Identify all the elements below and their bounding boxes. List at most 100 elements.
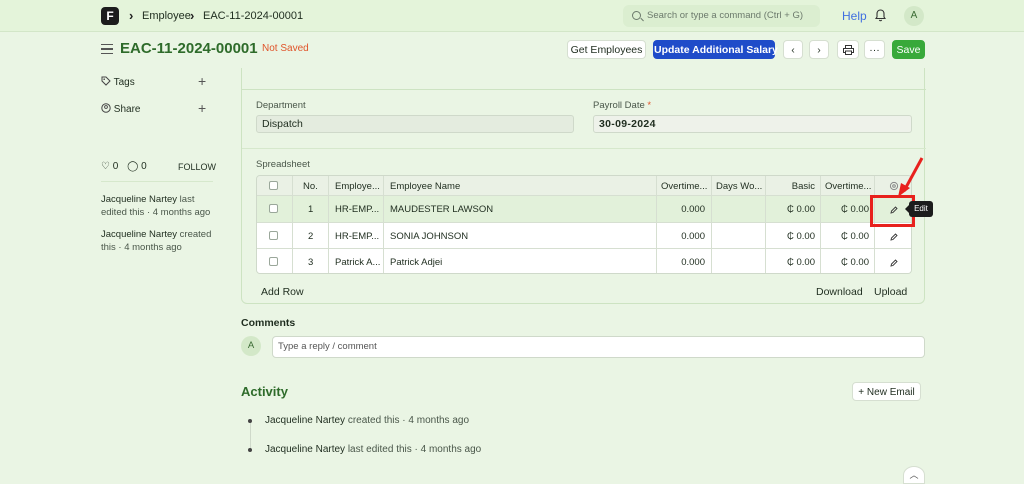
select-all-checkbox[interactable] <box>269 181 278 190</box>
created-user[interactable]: Jacqueline Nartey <box>101 229 177 240</box>
activity-user[interactable]: Jacqueline Nartey <box>265 444 345 455</box>
help-link[interactable]: Help <box>842 9 867 23</box>
section-divider <box>242 89 926 90</box>
table-row[interactable]: 3 Patrick A... Patrick Adjei 0.000 ₵ 0.0… <box>257 249 911 273</box>
follow-button[interactable]: FOLLOW <box>178 162 216 172</box>
payroll-date-field[interactable]: 30-09-2024 <box>593 115 912 133</box>
chevron-right-icon: › <box>817 44 821 56</box>
previous-record-button[interactable]: ‹ <box>783 40 803 59</box>
scroll-to-top-button[interactable]: ︿ <box>903 466 925 484</box>
add-row-button[interactable]: Add Row <box>261 286 304 298</box>
like-count-row[interactable]: ♡ 0 ◯ 0 <box>101 161 147 172</box>
row-select-cell <box>257 223 293 248</box>
add-tag-plus-icon[interactable]: + <box>198 74 206 88</box>
new-email-button[interactable]: + New Email <box>852 382 921 401</box>
table-row[interactable]: 1 HR-EMP... MAUDESTER LAWSON 0.000 ₵ 0.0… <box>257 196 911 223</box>
cell-overtime-amount[interactable]: ₵ 0.00 <box>821 196 875 222</box>
print-button[interactable] <box>837 40 859 59</box>
table-row[interactable]: 2 HR-EMP... SONIA JOHNSON 0.000 ₵ 0.00 ₵… <box>257 223 911 249</box>
comments-count: 0 <box>141 161 147 172</box>
timeline-dot <box>248 448 252 452</box>
cell-employee[interactable]: HR-EMP... <box>329 223 384 248</box>
row-checkbox[interactable] <box>269 231 278 240</box>
tag-icon <box>101 76 111 86</box>
cell-employee-name[interactable]: Patrick Adjei <box>384 249 657 273</box>
search-icon <box>632 11 641 20</box>
bell-icon[interactable] <box>875 9 886 22</box>
save-button[interactable]: Save <box>892 40 925 59</box>
breadcrumb-document[interactable]: EAC-11-2024-00001 <box>203 10 303 22</box>
cell-overtime-amount[interactable]: ₵ 0.00 <box>821 223 875 248</box>
activity-user[interactable]: Jacqueline Nartey <box>265 415 345 426</box>
header-basic: Basic <box>766 176 821 195</box>
cell-overtime-hours[interactable]: 0.000 <box>657 249 712 273</box>
cell-overtime-amount[interactable]: ₵ 0.00 <box>821 249 875 273</box>
page-title: EAC-11-2024-00001 <box>120 40 258 57</box>
department-label: Department <box>256 100 306 111</box>
cell-employee-name[interactable]: SONIA JOHNSON <box>384 223 657 248</box>
header-overtime-amount: Overtime... <box>821 176 875 195</box>
heart-icon: ♡ <box>101 161 110 172</box>
sidebar-tags[interactable]: Tags <box>101 76 135 88</box>
cell-employee-name[interactable]: MAUDESTER LAWSON <box>384 196 657 222</box>
pencil-icon[interactable] <box>890 259 898 267</box>
chevron-left-icon: ‹ <box>791 44 795 56</box>
cell-days-worked[interactable] <box>712 196 766 222</box>
cell-days-worked[interactable] <box>712 249 766 273</box>
header-employee: Employe... <box>329 176 384 195</box>
upload-button[interactable]: Upload <box>874 286 907 298</box>
breadcrumb-chevron-icon: › <box>190 8 195 23</box>
annotation-arrow-icon <box>898 157 924 197</box>
header-select-cell <box>257 176 293 195</box>
cell-days-worked[interactable] <box>712 223 766 248</box>
row-edit-cell[interactable] <box>875 249 911 273</box>
activity-heading: Activity <box>241 384 288 399</box>
cell-overtime-hours[interactable]: 0.000 <box>657 223 712 248</box>
cell-overtime-hours[interactable]: 0.000 <box>657 196 712 222</box>
app-logo[interactable]: F <box>101 7 119 25</box>
add-share-plus-icon[interactable]: + <box>198 101 206 115</box>
row-checkbox[interactable] <box>269 204 278 213</box>
header-employee-name: Employee Name <box>384 176 657 195</box>
share-icon <box>101 103 111 113</box>
department-field[interactable]: Dispatch <box>256 115 574 133</box>
sidebar-tags-label: Tags <box>113 77 135 88</box>
spreadsheet-table: No. Employe... Employee Name Overtime...… <box>256 175 912 274</box>
sidebar-share[interactable]: Share <box>101 103 140 115</box>
more-options-button[interactable]: ··· <box>864 40 885 59</box>
download-button[interactable]: Download <box>816 286 863 298</box>
activity-item: Jacqueline Nartey created this · 4 month… <box>265 415 469 426</box>
payroll-date-label: Payroll Date * <box>593 100 651 111</box>
comment-input[interactable]: Type a reply / comment <box>272 336 925 358</box>
search-placeholder: Search or type a command (Ctrl + G) <box>647 10 804 21</box>
comments-heading: Comments <box>241 317 296 329</box>
cell-no: 1 <box>293 196 329 222</box>
search-bar[interactable]: Search or type a command (Ctrl + G) <box>623 5 820 27</box>
chevron-up-icon: ︿ <box>909 470 919 480</box>
cell-basic[interactable]: ₵ 0.00 <box>766 249 821 273</box>
update-additional-salary-button[interactable]: Update Additional Salary <box>653 40 778 59</box>
breadcrumb-employee[interactable]: Employee <box>142 10 191 22</box>
section-divider <box>242 148 926 149</box>
get-employees-button[interactable]: Get Employees <box>567 40 646 59</box>
cell-employee[interactable]: HR-EMP... <box>329 196 384 222</box>
form-card: Department Dispatch Payroll Date * 30-09… <box>241 68 926 304</box>
table-header-row: No. Employe... Employee Name Overtime...… <box>257 176 911 196</box>
user-avatar[interactable]: A <box>904 6 924 26</box>
cell-no: 2 <box>293 223 329 248</box>
pencil-icon[interactable] <box>890 233 898 241</box>
cell-employee[interactable]: Patrick A... <box>329 249 384 273</box>
header-days-worked: Days Wo... <box>712 176 766 195</box>
row-select-cell <box>257 249 293 273</box>
row-checkbox[interactable] <box>269 257 278 266</box>
sidebar-divider <box>101 181 213 182</box>
cell-basic[interactable]: ₵ 0.00 <box>766 223 821 248</box>
last-edited-user[interactable]: Jacqueline Nartey <box>101 194 177 205</box>
timeline-dot <box>248 419 252 423</box>
sidebar-toggle-icon[interactable] <box>101 44 113 54</box>
next-record-button[interactable]: › <box>809 40 829 59</box>
cell-basic[interactable]: ₵ 0.00 <box>766 196 821 222</box>
payroll-date-label-text: Payroll Date <box>593 100 645 111</box>
status-badge: Not Saved <box>262 43 309 54</box>
breadcrumb-chevron-icon: › <box>129 8 134 23</box>
